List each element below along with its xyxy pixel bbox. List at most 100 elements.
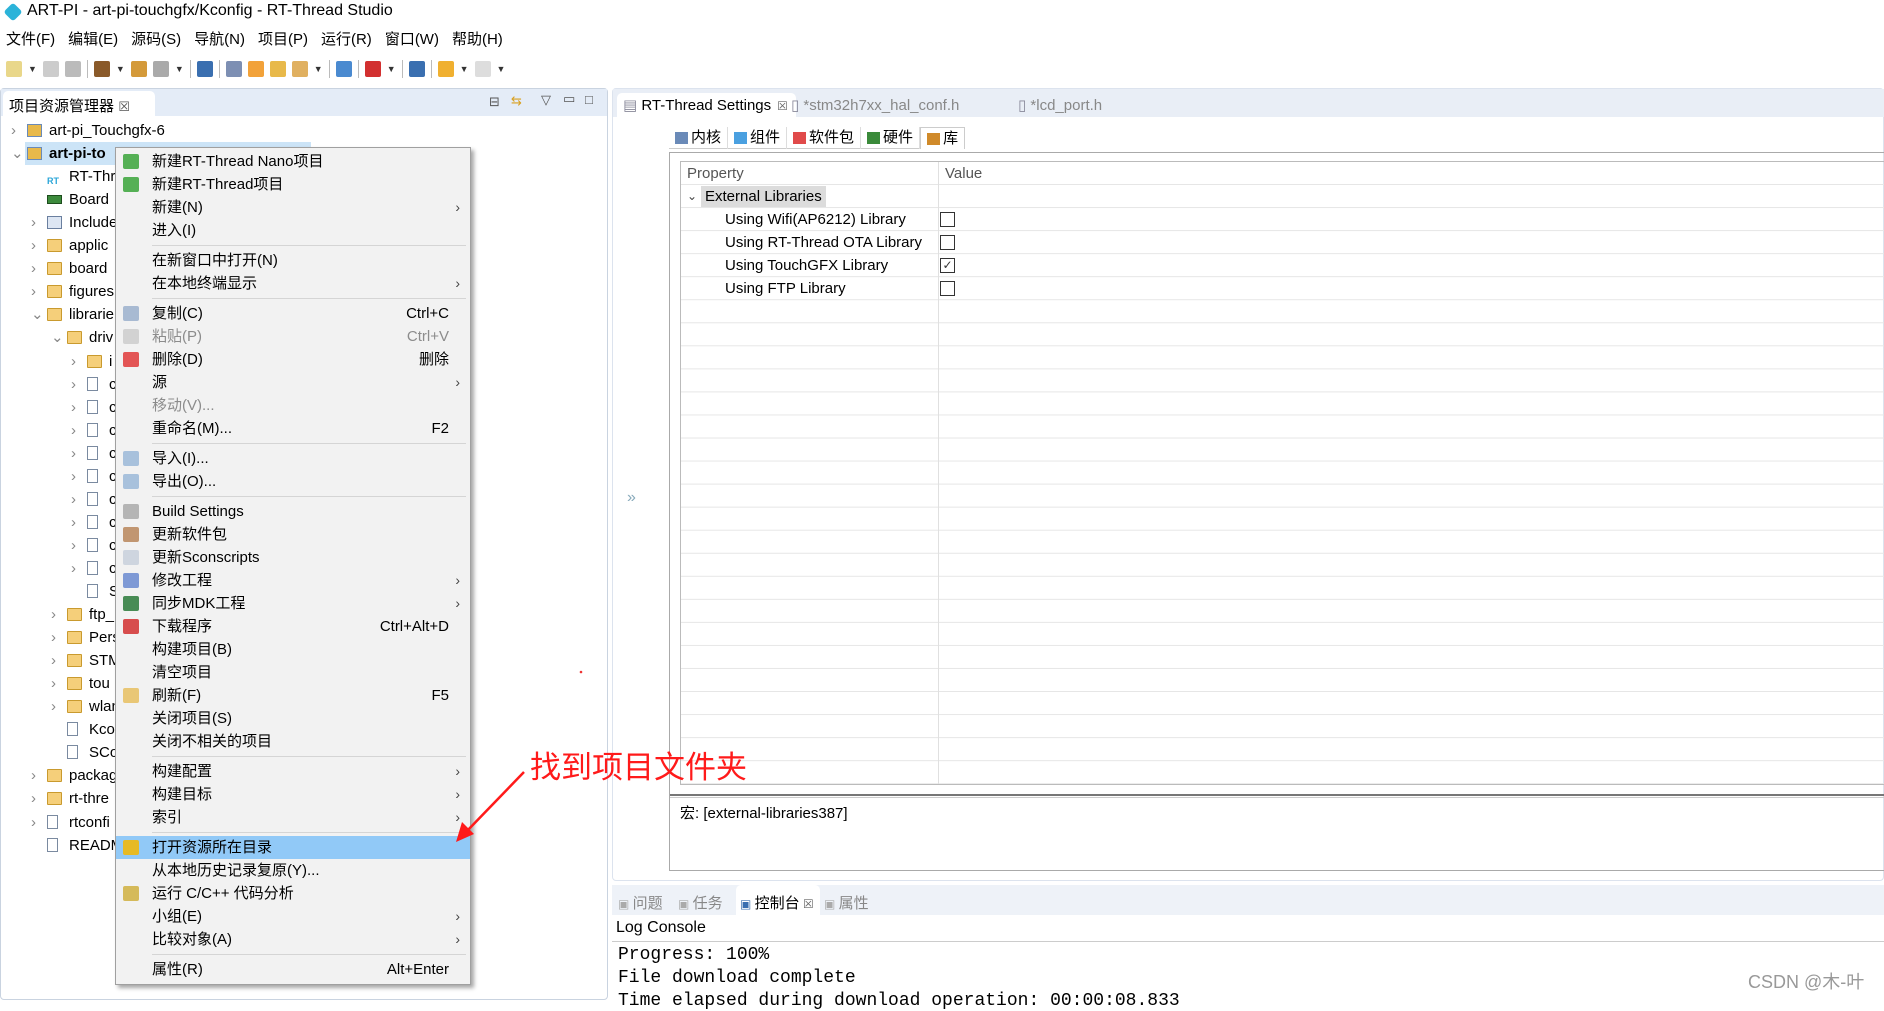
chevron-right-icon[interactable]: › xyxy=(31,764,36,787)
menu-item[interactable]: 从本地历史记录复原(Y)... xyxy=(116,859,470,882)
chevron-right-icon[interactable]: › xyxy=(71,488,76,511)
menu-item[interactable]: 新建(N) › xyxy=(116,196,470,219)
build-hammer-icon[interactable] xyxy=(93,61,110,77)
property-row[interactable]: Using Wifi(AP6212) Library xyxy=(681,208,1884,231)
editor-tab[interactable]: ▤ RT-Thread Settings ☒ xyxy=(617,93,796,117)
view-menu-icon[interactable]: ▽ xyxy=(541,92,551,108)
close-icon[interactable]: ☒ xyxy=(118,99,130,114)
menu-item[interactable]: Build Settings xyxy=(116,500,470,523)
menu-item[interactable]: 刷新(F) F5 xyxy=(116,684,470,707)
menu-item[interactable]: 更新软件包 xyxy=(116,523,470,546)
chevron-right-icon[interactable]: › xyxy=(31,280,36,303)
chevron-right-icon[interactable]: › xyxy=(71,465,76,488)
debug-bug-icon[interactable] xyxy=(247,61,264,77)
monitor-icon[interactable] xyxy=(196,61,213,77)
menu-item[interactable]: 新建RT-Thread项目 xyxy=(116,173,470,196)
menu-item[interactable]: 运行 C/C++ 代码分析 xyxy=(116,882,470,905)
menu-item[interactable]: 修改工程 › xyxy=(116,569,470,592)
chevron-right-icon[interactable]: › xyxy=(71,396,76,419)
menu-item[interactable]: 复制(C) Ctrl+C xyxy=(116,302,470,325)
bottom-tab[interactable]: ▣ 属性 xyxy=(824,892,869,913)
menu-item[interactable]: 清空项目 xyxy=(116,661,470,684)
menu-item[interactable]: 新建RT-Thread Nano项目 xyxy=(116,150,470,173)
chevron-right-icon[interactable]: › xyxy=(31,211,36,234)
menu-item[interactable]: 重命名(M)... F2 xyxy=(116,417,470,440)
checkbox[interactable]: ✓ xyxy=(940,258,955,274)
dropdown-arrow-icon[interactable]: ▼ xyxy=(497,64,506,74)
menu-item[interactable]: 构建项目(B) xyxy=(116,638,470,661)
dropdown-arrow-icon[interactable]: ▼ xyxy=(28,64,37,74)
bottom-tab[interactable]: ▣ 问题 xyxy=(618,892,663,913)
menu-2[interactable]: 源码(S) xyxy=(131,26,188,50)
chevron-right-icon[interactable]: › xyxy=(51,649,56,672)
rebuild-icon[interactable] xyxy=(130,61,147,77)
menu-1[interactable]: 编辑(E) xyxy=(68,26,125,50)
menu-item[interactable]: 打开资源所在目录 xyxy=(116,836,470,859)
menu-item[interactable]: 导入(I)... xyxy=(116,447,470,470)
chevron-right-icon[interactable]: › xyxy=(71,419,76,442)
expand-panel-icon[interactable]: » xyxy=(627,489,636,507)
splitter[interactable] xyxy=(670,794,1884,798)
book-icon[interactable] xyxy=(335,61,352,77)
checkbox[interactable] xyxy=(940,235,955,251)
rocket-icon[interactable] xyxy=(291,61,308,77)
maximize-icon[interactable]: □ xyxy=(585,92,593,107)
chevron-down-icon[interactable]: ⌄ xyxy=(11,142,24,165)
property-row[interactable]: Using FTP Library xyxy=(681,277,1884,300)
menu-item[interactable]: 进入(I) xyxy=(116,219,470,242)
dropdown-arrow-icon[interactable]: ▼ xyxy=(116,64,125,74)
menu-item[interactable]: 在本地终端显示 › xyxy=(116,272,470,295)
new-icon[interactable] xyxy=(6,61,22,77)
tree-item[interactable]: › art-pi_Touchgfx-6 xyxy=(1,119,607,142)
menu-item[interactable]: 删除(D) 删除 xyxy=(116,348,470,371)
menu-item[interactable]: 导出(O)... xyxy=(116,470,470,493)
subtab[interactable]: 硬件 xyxy=(861,127,921,149)
chevron-right-icon[interactable]: › xyxy=(31,257,36,280)
gear-icon[interactable] xyxy=(225,61,242,77)
menu-item[interactable]: 比较对象(A) › xyxy=(116,928,470,951)
menu-item[interactable]: 粘贴(P) Ctrl+V xyxy=(116,325,470,348)
chevron-down-icon[interactable]: ⌄ xyxy=(687,185,697,208)
open-folder-icon[interactable] xyxy=(269,61,286,77)
menu-item[interactable]: 在新窗口中打开(N) xyxy=(116,249,470,272)
menu-item[interactable]: 构建配置 › xyxy=(116,760,470,783)
chevron-down-icon[interactable]: ⌄ xyxy=(31,303,44,326)
chevron-right-icon[interactable]: › xyxy=(71,534,76,557)
editor-tab[interactable]: ▯ *stm32h7xx_hal_conf.h xyxy=(791,93,959,117)
subtab[interactable]: 软件包 xyxy=(787,127,862,149)
tab-project-explorer[interactable]: 项目资源管理器 ☒ xyxy=(3,91,155,117)
chevron-right-icon[interactable]: › xyxy=(11,119,16,142)
collapse-all-icon[interactable]: ⊟ xyxy=(489,94,500,110)
forward-arrow-icon[interactable] xyxy=(474,61,491,77)
chevron-right-icon[interactable]: › xyxy=(31,811,36,834)
back-arrow-icon[interactable] xyxy=(437,61,454,77)
dropdown-arrow-icon[interactable]: ▼ xyxy=(387,64,396,74)
chevron-right-icon[interactable]: › xyxy=(31,787,36,810)
menu-4[interactable]: 项目(P) xyxy=(258,26,315,50)
menu-5[interactable]: 运行(R) xyxy=(321,26,379,50)
chevron-down-icon[interactable]: ⌄ xyxy=(51,326,64,349)
property-row[interactable]: Using TouchGFX Library ✓ xyxy=(681,254,1884,277)
close-icon[interactable]: ☒ xyxy=(777,99,788,113)
menu-item[interactable]: 属性(R) Alt+Enter xyxy=(116,958,470,981)
menu-item[interactable]: 小组(E) › xyxy=(116,905,470,928)
menu-item[interactable]: 索引 › xyxy=(116,806,470,829)
bottom-tab[interactable]: ▣ 控制台 ☒ xyxy=(736,885,820,915)
subtab[interactable]: 组件 xyxy=(728,127,788,149)
menu-3[interactable]: 导航(N) xyxy=(194,26,252,50)
chevron-right-icon[interactable]: › xyxy=(71,557,76,580)
chevron-right-icon[interactable]: › xyxy=(71,511,76,534)
editor-tab[interactable]: ▯ *lcd_port.h xyxy=(1018,93,1102,117)
menu-7[interactable]: 帮助(H) xyxy=(452,26,510,50)
wrench-icon[interactable] xyxy=(152,61,169,77)
link-editor-icon[interactable]: ⇆ xyxy=(511,93,522,109)
chevron-right-icon[interactable]: › xyxy=(31,234,36,257)
property-row[interactable]: Using RT-Thread OTA Library xyxy=(681,231,1884,254)
menu-item[interactable]: 关闭不相关的项目 xyxy=(116,730,470,753)
menu-0[interactable]: 文件(F) xyxy=(6,26,62,50)
menu-item[interactable]: 关闭项目(S) xyxy=(116,707,470,730)
chevron-right-icon[interactable]: › xyxy=(71,350,76,373)
dropdown-arrow-icon[interactable]: ▼ xyxy=(314,64,323,74)
chevron-right-icon[interactable]: › xyxy=(51,695,56,718)
dropdown-arrow-icon[interactable]: ▼ xyxy=(175,64,184,74)
